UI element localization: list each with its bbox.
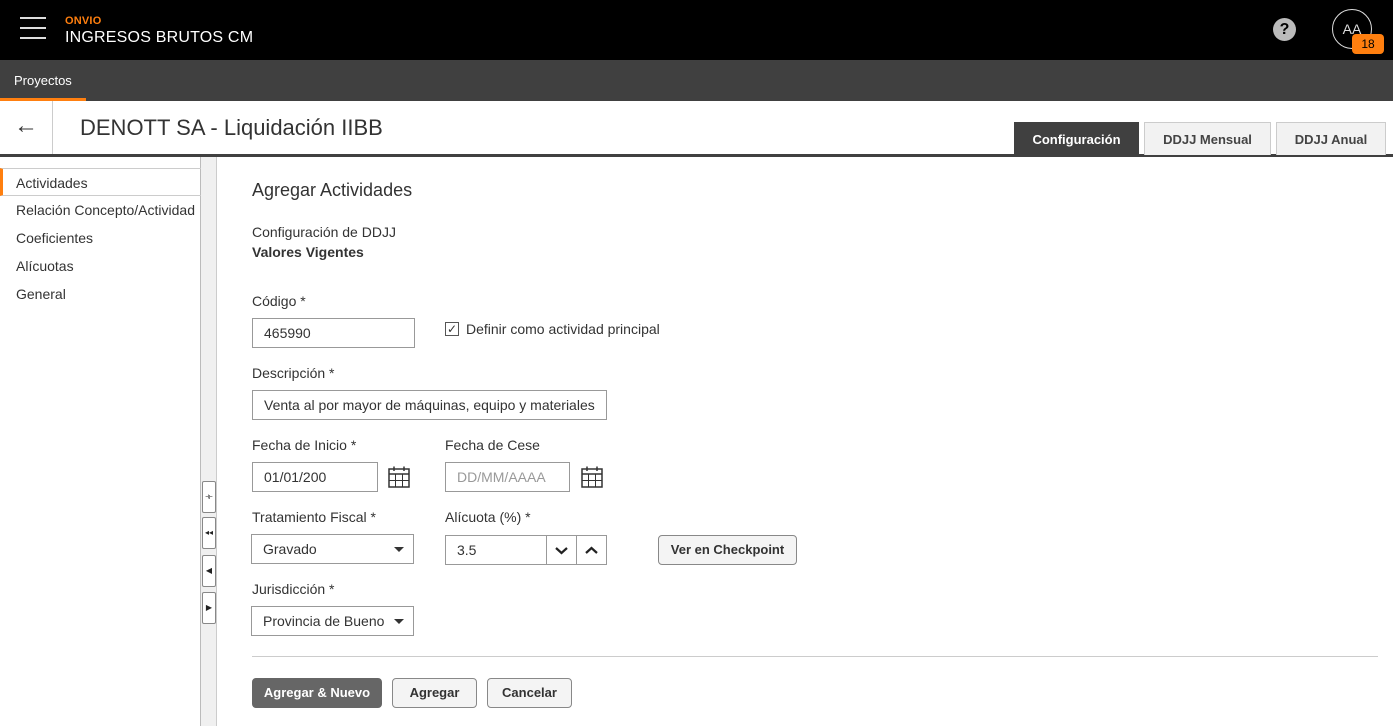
jurisdiccion-label: Jurisdicción * bbox=[252, 581, 335, 597]
codigo-label: Código * bbox=[252, 293, 306, 309]
sidebar-item-actividades[interactable]: Actividades bbox=[0, 168, 201, 196]
principal-label: Definir como actividad principal bbox=[466, 321, 660, 337]
decrement-button[interactable] bbox=[546, 535, 577, 565]
alicuota-label: Alícuota (%) * bbox=[445, 509, 531, 525]
nav-bar: Proyectos bbox=[0, 60, 1393, 101]
config-label: Configuración de DDJJ bbox=[252, 224, 396, 240]
caret-down-icon bbox=[394, 619, 404, 624]
descripcion-input[interactable]: Venta al por mayor de máquinas, equipo y… bbox=[252, 390, 607, 420]
calendar-icon[interactable] bbox=[387, 465, 411, 489]
increment-button[interactable] bbox=[576, 535, 607, 565]
config-value: Valores Vigentes bbox=[252, 244, 364, 260]
page-title: DENOTT SA - Liquidación IIBB bbox=[80, 115, 383, 140]
help-icon[interactable]: ? bbox=[1273, 18, 1296, 41]
brand-logo: ONVIO bbox=[65, 15, 102, 27]
menu-icon[interactable] bbox=[20, 17, 46, 41]
principal-checkbox[interactable]: ✓ bbox=[445, 322, 459, 336]
app-title: INGRESOS BRUTOS CM bbox=[65, 29, 254, 46]
caret-down-icon bbox=[394, 547, 404, 552]
collapse-all-icon[interactable]: ◂◂ bbox=[202, 517, 216, 549]
jurisdiccion-value: Provincia de Bueno bbox=[263, 613, 385, 629]
cancel-button[interactable]: Cancelar bbox=[487, 678, 572, 708]
page-header: ← DENOTT SA - Liquidación IIBB Configura… bbox=[0, 101, 1393, 157]
descripcion-label: Descripción * bbox=[252, 365, 335, 381]
codigo-input[interactable]: 465990 bbox=[252, 318, 415, 348]
add-new-button[interactable]: Agregar & Nuevo bbox=[252, 678, 382, 708]
alicuota-input[interactable]: 3.5 bbox=[445, 535, 547, 565]
sidebar-item-relacion[interactable]: Relación Concepto/Actividad bbox=[0, 196, 201, 224]
sidebar-item-alicuotas[interactable]: Alícuotas bbox=[0, 252, 201, 280]
calendar-icon[interactable] bbox=[580, 465, 604, 489]
fecha-inicio-label: Fecha de Inicio * bbox=[252, 437, 357, 453]
divider bbox=[252, 656, 1378, 657]
chevron-up-icon bbox=[585, 546, 598, 554]
tab-ddjj-mensual[interactable]: DDJJ Mensual bbox=[1144, 122, 1271, 155]
fecha-cese-input[interactable]: DD/MM/AAAA bbox=[445, 462, 570, 492]
fecha-cese-label: Fecha de Cese bbox=[445, 437, 540, 453]
fecha-inicio-input[interactable]: 01/01/200 bbox=[252, 462, 378, 492]
add-button[interactable]: Agregar bbox=[392, 678, 477, 708]
tab-configuracion[interactable]: Configuración bbox=[1014, 122, 1139, 155]
tratamiento-label: Tratamiento Fiscal * bbox=[252, 509, 376, 525]
panel-splitter[interactable] bbox=[201, 157, 217, 726]
jurisdiccion-select[interactable]: Provincia de Bueno bbox=[251, 606, 414, 636]
top-bar: ONVIO INGRESOS BRUTOS CM ? AA 18 bbox=[0, 0, 1393, 60]
arrow-left-icon[interactable]: ← bbox=[0, 101, 53, 154]
sidebar-item-general[interactable]: General bbox=[0, 280, 201, 308]
resize-icon[interactable]: ⟛ bbox=[202, 481, 216, 513]
checkpoint-button[interactable]: Ver en Checkpoint bbox=[658, 535, 797, 565]
nav-tab-proyectos[interactable]: Proyectos bbox=[0, 60, 86, 101]
expand-right-icon[interactable]: ▶ bbox=[202, 592, 216, 624]
sidebar: Actividades Relación Concepto/Actividad … bbox=[0, 157, 201, 726]
chevron-down-icon bbox=[555, 547, 568, 555]
tab-ddjj-anual[interactable]: DDJJ Anual bbox=[1276, 122, 1386, 155]
collapse-left-icon[interactable]: ◀ bbox=[202, 555, 216, 587]
tratamiento-value: Gravado bbox=[263, 541, 317, 557]
sidebar-item-coeficientes[interactable]: Coeficientes bbox=[0, 224, 201, 252]
notification-badge[interactable]: 18 bbox=[1352, 34, 1384, 54]
form-heading: Agregar Actividades bbox=[252, 180, 413, 200]
tratamiento-select[interactable]: Gravado bbox=[251, 534, 414, 564]
